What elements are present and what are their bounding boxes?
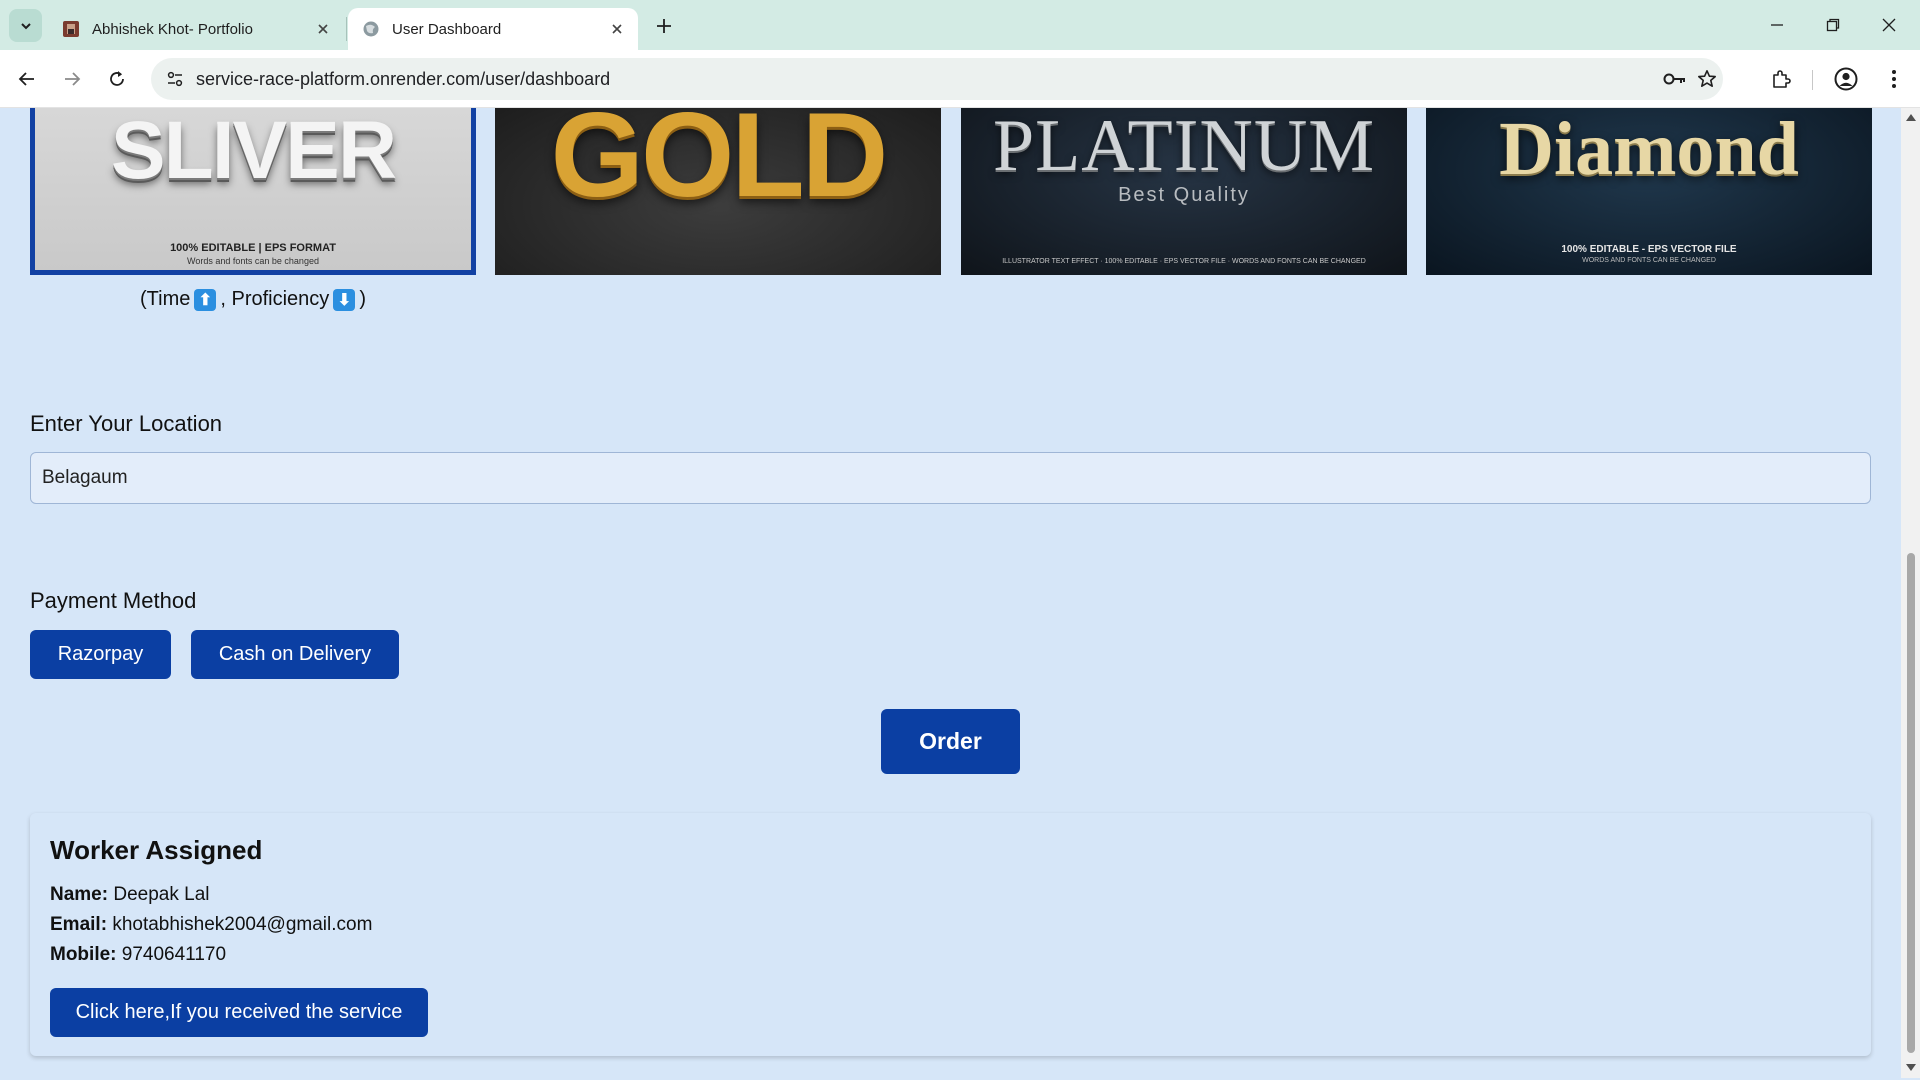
- extensions-button[interactable]: [1765, 63, 1797, 95]
- tune-icon: [167, 71, 183, 87]
- plan-word: GOLD: [550, 108, 889, 222]
- plan-card-sliver[interactable]: SLIVER 100% EDITABLE | EPS FORMAT Words …: [30, 108, 476, 275]
- plan-options: SLIVER 100% EDITABLE | EPS FORMAT Words …: [30, 108, 1872, 275]
- plan-tagline: Words and fonts can be changed: [187, 256, 319, 266]
- plan-word: SLIVER: [110, 108, 397, 196]
- new-tab-button[interactable]: [650, 12, 678, 40]
- worker-email-label: Email:: [50, 914, 108, 935]
- location-input[interactable]: [30, 452, 1871, 504]
- scroll-down-arrow-icon[interactable]: [1906, 1064, 1916, 1071]
- minimize-window-button[interactable]: [1754, 6, 1800, 44]
- plan-tagline: WORDS AND FONTS CAN BE CHANGED: [1582, 257, 1716, 264]
- password-key-button[interactable]: [1661, 65, 1689, 93]
- key-icon: [1663, 73, 1685, 85]
- minimize-icon: [1771, 24, 1783, 26]
- url-text: service-race-platform.onrender.com/user/…: [196, 69, 611, 89]
- browser-tab-strip: Abhishek Khot- Portfolio User Dashboard: [0, 0, 1920, 50]
- worker-name: Deepak Lal: [113, 884, 210, 905]
- scrollbar-thumb[interactable]: [1907, 553, 1915, 1053]
- puzzle-icon: [1773, 70, 1791, 88]
- page-scrollbar[interactable]: [1901, 108, 1920, 1078]
- browser-menu-button[interactable]: [1878, 63, 1910, 95]
- profile-avatar-icon: [1834, 67, 1858, 91]
- plan-tagline: 100% EDITABLE | EPS FORMAT: [170, 242, 336, 254]
- close-window-button[interactable]: [1866, 6, 1912, 44]
- order-button[interactable]: Order: [881, 709, 1020, 774]
- worker-assigned-card: Worker Assigned Name: Deepak Lal Email: …: [30, 813, 1871, 1056]
- close-tab-icon[interactable]: [310, 16, 336, 42]
- worker-mobile-label: Mobile:: [50, 944, 117, 965]
- razorpay-button[interactable]: Razorpay: [30, 630, 171, 679]
- worker-card-title: Worker Assigned: [50, 835, 263, 865]
- restore-window-button[interactable]: [1810, 6, 1856, 44]
- plan-card-diamond[interactable]: Diamond 100% EDITABLE - EPS VECTOR FILE …: [1426, 108, 1872, 275]
- legend-text: , Proficiency: [220, 288, 330, 310]
- tab-portfolio[interactable]: Abhishek Khot- Portfolio: [48, 8, 344, 50]
- cash-on-delivery-button[interactable]: Cash on Delivery: [191, 630, 399, 679]
- arrow-up-icon: ⬆: [194, 288, 217, 311]
- globe-icon: [363, 21, 379, 37]
- plan-subtitle: Best Quality: [1118, 184, 1250, 206]
- tab-search-button[interactable]: [9, 9, 42, 42]
- tab-separator: [346, 17, 347, 41]
- profile-button[interactable]: [1830, 63, 1862, 95]
- worker-mobile-row: Mobile: 9740641170: [50, 944, 226, 966]
- legend-text: (Time: [140, 288, 191, 310]
- site-info-button[interactable]: [159, 63, 191, 95]
- plus-icon: [657, 19, 671, 33]
- tab-user-dashboard[interactable]: User Dashboard: [348, 8, 638, 50]
- tab-title: Abhishek Khot- Portfolio: [92, 20, 253, 38]
- browser-toolbar: service-race-platform.onrender.com/user/…: [0, 50, 1920, 108]
- toolbar-divider: [1812, 70, 1813, 90]
- close-icon: [1882, 18, 1896, 32]
- scroll-up-arrow-icon[interactable]: [1906, 114, 1916, 121]
- plan-legend: (Time ⬆ , Proficiency ⬇ ): [140, 288, 366, 311]
- back-button[interactable]: [11, 63, 43, 95]
- tab-title: User Dashboard: [392, 20, 502, 38]
- forward-button[interactable]: [56, 63, 88, 95]
- arrow-down-icon: ⬇: [333, 288, 356, 311]
- plan-word: Diamond: [1499, 108, 1799, 191]
- address-bar[interactable]: service-race-platform.onrender.com/user/…: [151, 58, 1723, 100]
- arrow-left-icon: [18, 72, 34, 86]
- worker-email-row: Email: khotabhishek2004@gmail.com: [50, 914, 372, 936]
- portfolio-favicon-icon: [63, 21, 79, 37]
- payment-method-label: Payment Method: [30, 588, 197, 613]
- chevron-down-icon: [20, 22, 31, 29]
- more-vertical-icon: [1892, 70, 1896, 88]
- star-icon: [1698, 70, 1716, 87]
- plan-tagline: ILLUSTRATOR TEXT EFFECT · 100% EDITABLE …: [1002, 258, 1366, 265]
- arrow-right-icon: [65, 72, 81, 86]
- plan-tagline: 100% EDITABLE - EPS VECTOR FILE: [1561, 244, 1737, 255]
- page-viewport: SLIVER 100% EDITABLE | EPS FORMAT Words …: [0, 108, 1901, 1078]
- restore-icon: [1826, 18, 1840, 32]
- worker-email: khotabhishek2004@gmail.com: [112, 914, 373, 935]
- reload-icon: [110, 71, 124, 86]
- service-received-button[interactable]: Click here,If you received the service: [50, 988, 428, 1037]
- worker-mobile: 9740641170: [121, 944, 227, 965]
- close-tab-icon[interactable]: [604, 16, 630, 42]
- worker-name-label: Name:: [50, 884, 109, 905]
- plan-word: PLATINUM: [992, 108, 1376, 187]
- worker-name-row: Name: Deepak Lal: [50, 884, 209, 906]
- legend-text: ): [359, 288, 366, 310]
- plan-card-platinum[interactable]: PLATINUM Best Quality ILLUSTRATOR TEXT E…: [961, 108, 1407, 275]
- location-label: Enter Your Location: [30, 411, 223, 436]
- plan-card-gold[interactable]: GOLD: [495, 108, 941, 275]
- bookmark-button[interactable]: [1693, 65, 1721, 93]
- reload-button[interactable]: [101, 63, 133, 95]
